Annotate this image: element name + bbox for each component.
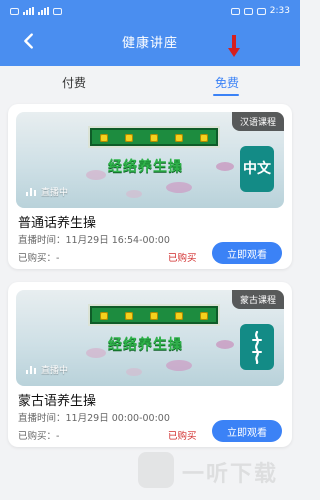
banner-dot [175,134,183,142]
course-title: 蒙古语养生操 [18,394,97,409]
signal-icon-2 [38,7,49,15]
active-tab-underline [213,94,239,96]
lotus-decoration [216,162,234,171]
banner-dot [200,312,208,320]
course-card[interactable]: 经络养生操 汉语课程 中文 直播中 普通话养生操 直播时间：11月29日 16:… [8,104,292,269]
live-text: 直播中 [41,366,69,376]
banner-dot [100,312,108,320]
course-card[interactable]: 经络养生操 蒙古课程 直播中 蒙古语养生操 直播时间：11月29日 00:00-… [8,282,292,447]
mongolian-script-icon [252,330,262,364]
live-time: 直播时间：11月29日 00:00-00:00 [18,410,170,424]
green-banner [88,126,220,148]
lotus-decoration [86,170,106,180]
live-time: 直播时间：11月29日 16:54-00:00 [18,232,170,246]
mongolian-script-badge [240,324,274,370]
lotus-decoration [216,340,234,349]
live-indicator: 直播中 [26,363,68,376]
live-icon [26,187,36,196]
course-language-tag: 汉语课程 [231,112,284,131]
lotus-decoration [86,348,106,358]
watermark: 一听下载 [138,446,298,492]
alarm-icon [243,7,253,15]
language-badge: 中文 [240,146,274,192]
status-left [10,7,62,15]
status-time: 2:33 [269,6,290,16]
purchase-status: 已购买 [168,253,197,264]
lotus-decoration [166,182,192,193]
battery-icon [256,7,266,15]
lotus-decoration [126,368,142,376]
watermark-logo [138,452,174,488]
live-time-value: 11月29日 16:54-00:00 [65,235,170,246]
top-bar: 2:33 健康讲座 [0,0,300,66]
banner-dot [200,134,208,142]
lotus-decoration [126,190,142,198]
purchase-label: 已购买： [18,431,57,442]
purchase-label: 已购买： [18,253,57,264]
banner-dot [150,312,158,320]
arrow-down-icon [228,35,240,57]
banner-dots [100,134,208,142]
purchase-info: 已购买：- [18,250,59,264]
purchase-value: - [56,253,60,264]
watch-now-button[interactable]: 立即观看 [212,420,282,442]
notification-icon [10,7,19,15]
live-text: 直播中 [41,188,69,198]
purchase-value: - [56,431,60,442]
live-time-label: 直播时间： [18,413,66,424]
course-thumbnail[interactable]: 经络养生操 蒙古课程 直播中 [16,290,284,386]
course-title: 普通话养生操 [18,216,97,231]
banner-dot [175,312,183,320]
banner-dot [125,312,133,320]
banner-dot [150,134,158,142]
lotus-decoration [166,360,192,371]
purchase-info: 已购买：- [18,428,59,442]
purchase-status: 已购买 [168,431,197,442]
watch-now-button[interactable]: 立即观看 [212,242,282,264]
signal-icon [23,7,34,15]
tabs: 付费 免费 [0,66,300,104]
live-time-value: 11月29日 00:00-00:00 [65,413,170,424]
tab-paid[interactable]: 付费 [58,72,90,93]
status-right: 2:33 [230,6,290,16]
thumbnail-title: 经络养生操 [108,337,183,353]
green-banner [88,304,220,326]
course-language-tag: 蒙古课程 [231,290,284,309]
wifi-icon [53,7,62,15]
live-indicator: 直播中 [26,185,68,198]
watermark-text: 一听下载 [182,462,279,487]
live-icon [26,365,36,374]
status-bar: 2:33 [0,0,300,24]
banner-dot [100,134,108,142]
eye-icon [230,7,240,15]
tab-free[interactable]: 免费 [211,72,243,93]
banner-dot [125,134,133,142]
page-title: 健康讲座 [121,36,178,51]
live-time-label: 直播时间： [18,235,66,246]
language-badge-text: 中文 [243,161,271,177]
banner-dots [100,312,208,320]
thumbnail-title: 经络养生操 [108,159,183,175]
course-thumbnail[interactable]: 经络养生操 汉语课程 中文 直播中 [16,112,284,208]
